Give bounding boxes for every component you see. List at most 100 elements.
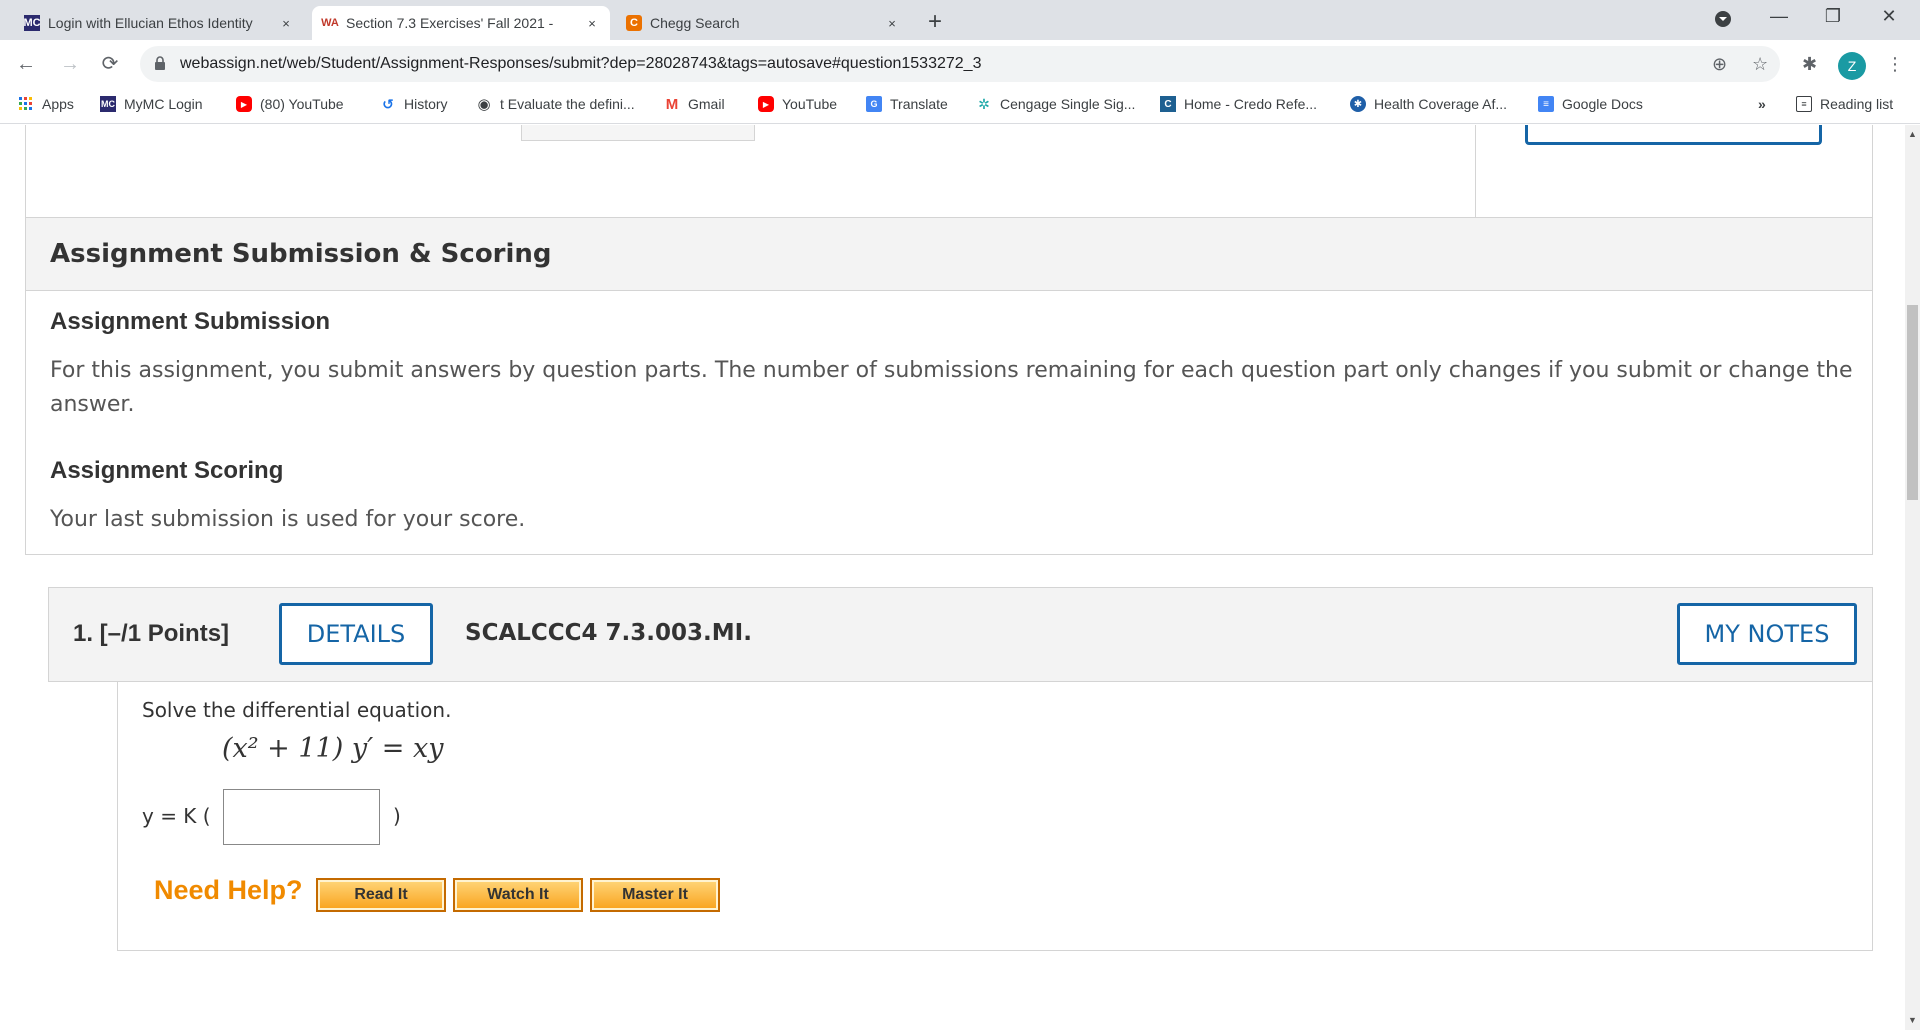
zoom-icon[interactable]: ⊕ — [1712, 54, 1727, 75]
bookmark-label: Gmail — [688, 96, 725, 112]
cengage-icon: ✲ — [978, 95, 990, 112]
bookmark-label: History — [404, 96, 448, 112]
scroll-up-arrow-icon[interactable]: ▲ — [1905, 129, 1920, 139]
question-header: 1. [–/1 Points] DETAILS SCALCCC4 7.3.003… — [48, 587, 1873, 682]
question-prompt: Solve the differential equation. — [142, 698, 452, 722]
restore-button[interactable]: ❐ — [1818, 6, 1848, 27]
forward-arrow-icon[interactable]: → — [56, 50, 84, 78]
question-number-points: 1. [–/1 Points] — [73, 620, 230, 647]
tab-title: Login with Ellucian Ethos Identity — [48, 15, 253, 31]
scoring-panel-title: Assignment Submission & Scoring — [26, 218, 1872, 291]
bookmark-star-icon[interactable]: ☆ — [1752, 54, 1768, 75]
bookmark-credo[interactable]: C Home - Credo Refe... — [1160, 96, 1317, 112]
scoring-heading: Assignment Scoring — [50, 457, 284, 484]
webassign-icon: WA — [321, 17, 339, 29]
submission-text-line1: For this assignment, you submit answers … — [50, 358, 1853, 383]
bookmarks-bar: Apps MC MyMC Login ▶ (80) YouTube ↺ Hist… — [0, 88, 1920, 124]
mc-icon: MC — [23, 15, 41, 31]
read-it-button[interactable]: Read It — [316, 878, 446, 912]
bookmark-label: Home - Credo Refe... — [1184, 96, 1318, 112]
previous-panel-remnant — [25, 125, 1873, 217]
profile-avatar[interactable]: Z — [1838, 52, 1866, 80]
my-notes-button[interactable]: MY NOTES — [1677, 603, 1857, 665]
credo-icon: C — [1160, 96, 1176, 112]
bookmark-history[interactable]: ↺ History — [380, 95, 448, 113]
scrollbar-thumb[interactable] — [1907, 305, 1918, 500]
gmail-icon: M — [665, 95, 679, 113]
bookmark-label: Apps — [42, 96, 74, 112]
reading-list-icon: ≡ — [1796, 96, 1812, 112]
watch-it-button[interactable]: Watch It — [453, 878, 583, 912]
tab-title: Section 7.3 Exercises' Fall 2021 - — [346, 15, 554, 31]
previous-panel-box — [521, 125, 755, 141]
globe-icon: ◉ — [477, 96, 491, 113]
translate-icon: G — [866, 96, 882, 112]
bookmark-label: Translate — [890, 96, 948, 112]
health-icon: ✱ — [1350, 96, 1366, 112]
tab-webassign[interactable]: WA Section 7.3 Exercises' Fall 2021 - × — [312, 6, 610, 40]
reading-list-button[interactable]: ≡ Reading list — [1796, 96, 1893, 112]
page-content: Assignment Submission & Scoring Assignme… — [0, 125, 1905, 1030]
column-divider — [1475, 125, 1476, 217]
master-it-button[interactable]: Master It — [590, 878, 720, 912]
bookmark-label: Cengage Single Sig... — [1000, 96, 1136, 112]
close-icon[interactable]: × — [884, 16, 900, 31]
tab-ellucian-login[interactable]: MC Login with Ellucian Ethos Identity × — [14, 6, 304, 40]
minimize-button[interactable]: — — [1764, 6, 1794, 27]
answer-prefix: y = K ( — [142, 804, 211, 828]
scoring-text: Your last submission is used for your sc… — [50, 507, 526, 532]
question-body: Solve the differential equation. (x² + 1… — [117, 681, 1873, 951]
back-arrow-icon[interactable]: ← — [12, 50, 40, 78]
tab-chegg-search[interactable]: C Chegg Search × — [616, 6, 910, 40]
bookmarks-overflow-chevron-icon[interactable]: » — [1758, 96, 1766, 112]
lock-icon — [155, 56, 165, 70]
bookmark-label: Health Coverage Af... — [1374, 96, 1508, 112]
mc-icon: MC — [100, 96, 116, 112]
page-scrollbar[interactable]: ▲ ▼ — [1905, 125, 1920, 1030]
answer-input[interactable] — [223, 789, 380, 845]
docs-icon: ≡ — [1538, 96, 1554, 112]
bookmark-label: (80) YouTube — [260, 96, 344, 112]
reading-list-label: Reading list — [1820, 96, 1894, 112]
browser-toolbar: ← → ⟳ webassign.net/web/Student/Assignme… — [0, 40, 1920, 88]
apps-icon — [18, 96, 34, 112]
scroll-down-arrow-icon[interactable]: ▼ — [1905, 1015, 1920, 1025]
previous-panel-button[interactable] — [1525, 125, 1822, 145]
bookmark-cengage[interactable]: ✲ Cengage Single Sig... — [976, 95, 1136, 113]
bookmark-gmail[interactable]: M Gmail — [664, 95, 725, 113]
chegg-icon: C — [626, 15, 642, 31]
bookmark-mymc-login[interactable]: MC MyMC Login — [100, 96, 203, 112]
bookmark-youtube-80[interactable]: ▶ (80) YouTube — [236, 96, 344, 112]
details-button[interactable]: DETAILS — [279, 603, 433, 665]
bookmark-label: MyMC Login — [124, 96, 203, 112]
close-icon[interactable]: × — [584, 16, 600, 31]
extensions-icon[interactable]: ✱ — [1802, 54, 1817, 75]
close-window-button[interactable]: ✕ — [1874, 6, 1904, 27]
tab-title: Chegg Search — [650, 15, 740, 31]
bookmark-label: YouTube — [782, 96, 838, 112]
menu-icon[interactable]: ⋮ — [1886, 54, 1904, 75]
assignment-submission-scoring-panel: Assignment Submission & Scoring Assignme… — [25, 217, 1873, 555]
tab-strip: MC Login with Ellucian Ethos Identity × … — [0, 0, 1920, 40]
need-help-label: Need Help? — [154, 875, 303, 905]
bookmark-evaluate[interactable]: ◉ t Evaluate the defini... — [476, 96, 635, 113]
answer-suffix: ) — [393, 804, 401, 828]
bookmark-apps[interactable]: Apps — [18, 96, 74, 112]
bookmark-youtube[interactable]: ▶ YouTube — [758, 96, 837, 112]
submission-heading: Assignment Submission — [50, 308, 331, 335]
bookmark-translate[interactable]: G Translate — [866, 96, 948, 112]
youtube-icon: ▶ — [758, 96, 774, 112]
history-icon: ↺ — [382, 95, 394, 112]
bookmark-label: Google Docs — [1562, 96, 1643, 112]
bookmark-health-coverage[interactable]: ✱ Health Coverage Af... — [1350, 96, 1507, 112]
bookmark-label: t Evaluate the defini... — [500, 96, 635, 112]
youtube-icon: ▶ — [236, 96, 252, 112]
question-code: SCALCCC4 7.3.003.MI. — [465, 620, 752, 646]
reload-icon[interactable]: ⟳ — [96, 50, 124, 78]
bookmark-google-docs[interactable]: ≡ Google Docs — [1538, 96, 1643, 112]
new-tab-button[interactable]: + — [922, 8, 948, 36]
tab-search-icon[interactable] — [1708, 10, 1738, 33]
differential-equation: (x² + 11) y′ = xy — [222, 733, 444, 764]
address-bar[interactable]: webassign.net/web/Student/Assignment-Res… — [140, 46, 1780, 82]
close-icon[interactable]: × — [278, 16, 294, 31]
